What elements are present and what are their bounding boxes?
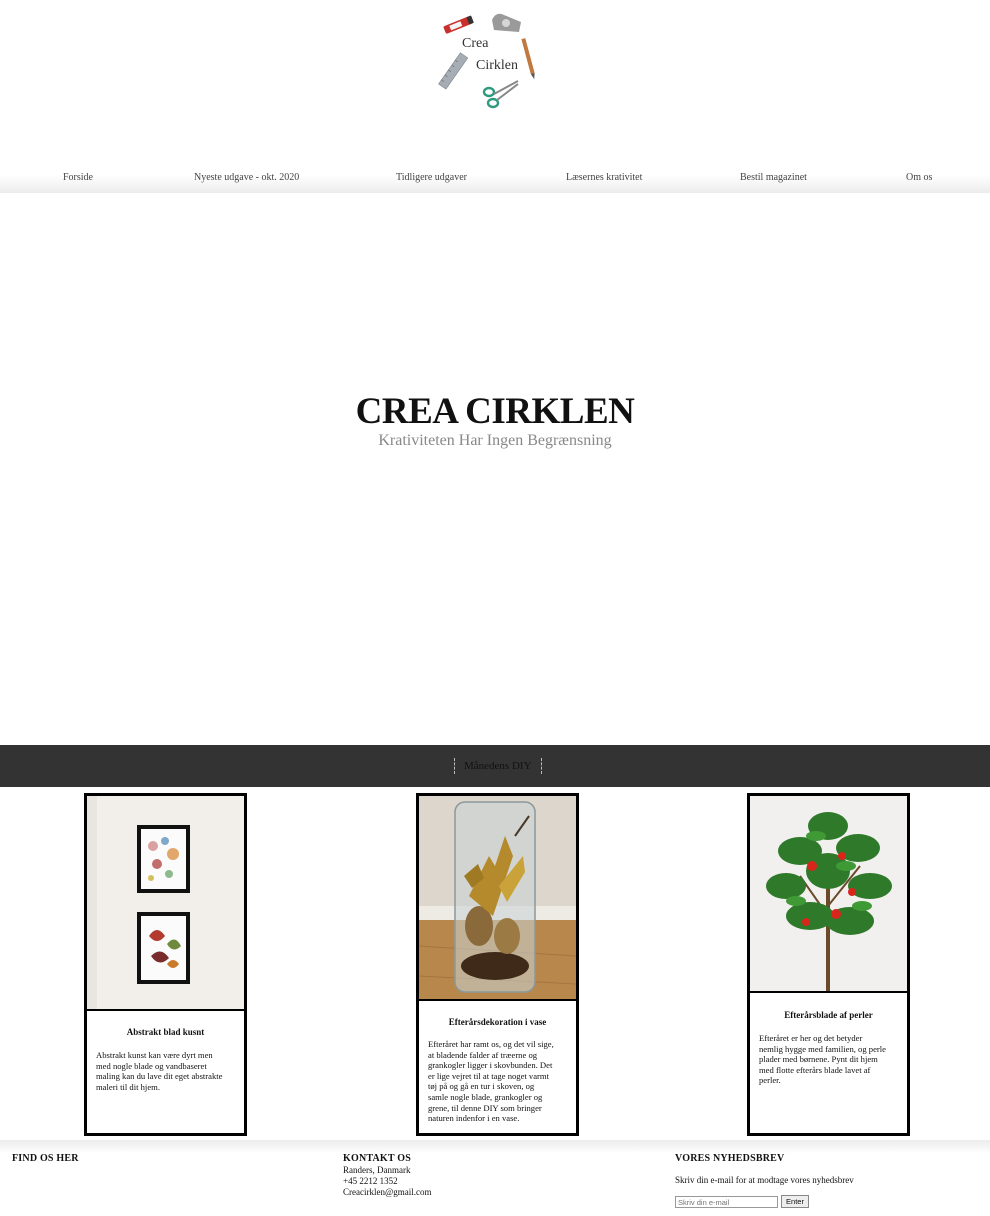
nav-item-tidligere-udgaver[interactable]: Tidligere udgaver bbox=[396, 172, 467, 183]
card-text-line: Efteråret er her og det betyder bbox=[759, 1033, 863, 1043]
footer-newsletter-heading: VORES NYHEDSBREV bbox=[675, 1153, 785, 1164]
footer-phone[interactable]: +45 2212 1352 bbox=[343, 1176, 398, 1187]
diy-card[interactable]: Abstrakt blad kusnt Abstrakt kunst kan v… bbox=[84, 793, 247, 1136]
card-text-line: Efteråret har ramt os, og det vil sige, bbox=[428, 1039, 554, 1049]
card-description: Efteråret har ramt os, og det vil sige, … bbox=[428, 1039, 568, 1124]
card-text-line: samle nogle blade, grankogler og bbox=[428, 1091, 543, 1102]
card-title: Efterårsdekoration i vase bbox=[448, 1017, 547, 1027]
footer-find-heading: FIND OS HER bbox=[12, 1153, 79, 1164]
card-text-line: maleri til dit hjem. bbox=[96, 1081, 160, 1092]
section-heading: Månedens DIY bbox=[454, 758, 542, 774]
card-text-line: perler. bbox=[759, 1075, 781, 1086]
card-text-line: tøj på og gå en tur i skoven, og bbox=[428, 1081, 535, 1092]
nav-item-forside[interactable]: Forside bbox=[63, 172, 93, 183]
card-text-line: grankogler ligger i skovbunden. Det bbox=[428, 1060, 553, 1071]
footer-address: Randers, Danmark bbox=[343, 1165, 411, 1175]
card-description: Abstrakt kunst kan være dyrt men med nog… bbox=[96, 1050, 236, 1092]
newsletter-description: Skriv din e-mail for at modtage vores ny… bbox=[675, 1175, 854, 1185]
card-text-line: plader med børnene. Pynt dit hjem bbox=[759, 1054, 878, 1065]
footer-email[interactable]: Creacirklen@gmail.com bbox=[343, 1187, 432, 1198]
card-title: Abstrakt blad kusnt bbox=[126, 1027, 205, 1037]
newsletter-enter-button[interactable]: Enter bbox=[781, 1195, 809, 1208]
card-photo-autumn-vase bbox=[419, 796, 576, 1001]
hero-title: CREA CIRKLEN bbox=[355, 391, 635, 432]
nav-item-nyeste-udgave[interactable]: Nyeste udgave - okt. 2020 bbox=[194, 172, 299, 183]
main-nav: Forside Nyeste udgave - okt. 2020 Tidlig… bbox=[0, 163, 990, 193]
card-text-line: er lige vejret til at tage noget varmt bbox=[428, 1070, 549, 1081]
hero-subtitle: Krativiteten Har Ingen Begrænsning bbox=[378, 432, 612, 449]
card-text-line: at bladende falder af træerne og bbox=[428, 1049, 538, 1060]
site-logo[interactable]: Crea Cirklen bbox=[430, 8, 542, 114]
logo-text-cirklen: Cirklen bbox=[476, 58, 518, 73]
nav-item-bestil-magazinet[interactable]: Bestil magazinet bbox=[740, 172, 807, 183]
card-photo-bead-leaves-plant bbox=[750, 796, 907, 993]
nav-item-laesernes-krativitet[interactable]: Læsernes krativitet bbox=[566, 172, 642, 183]
card-text-line: naturen indenfor i en vase. bbox=[428, 1113, 520, 1124]
diy-card[interactable]: Efterårsblade af perler Efteråret er her… bbox=[747, 793, 910, 1136]
card-text-line: med nogle blade og vandbaseret bbox=[96, 1060, 207, 1071]
card-text-line: Abstrakt kunst kan være dyrt men bbox=[96, 1050, 213, 1060]
card-text-line: maling kan du lave dit eget abstrakte bbox=[96, 1071, 223, 1082]
footer-contact-heading: KONTAKT OS bbox=[343, 1153, 412, 1164]
diy-card[interactable]: Efterårsdekoration i vase Efteråret har … bbox=[416, 793, 579, 1136]
newsletter-email-input[interactable] bbox=[675, 1196, 778, 1208]
section-band: Månedens DIY bbox=[0, 745, 990, 787]
card-title: Efterårsblade af perler bbox=[784, 1010, 873, 1020]
card-text-line: nemlig hygge med familien, og perle bbox=[759, 1043, 886, 1054]
site-footer: FIND OS HER KONTAKT OS Randers, Danmark … bbox=[0, 1140, 990, 1216]
card-text-line: med flotte efterårs blade lavet af bbox=[759, 1064, 871, 1075]
nav-item-om-os[interactable]: Om os bbox=[906, 172, 932, 183]
card-description: Efteråret er her og det betyder nemlig h… bbox=[759, 1033, 899, 1086]
card-text-line: grene, til denne DIY som bringer bbox=[428, 1102, 542, 1113]
logo-text-crea: Crea bbox=[462, 36, 489, 51]
card-photo-abstract-leaves bbox=[87, 796, 244, 1011]
